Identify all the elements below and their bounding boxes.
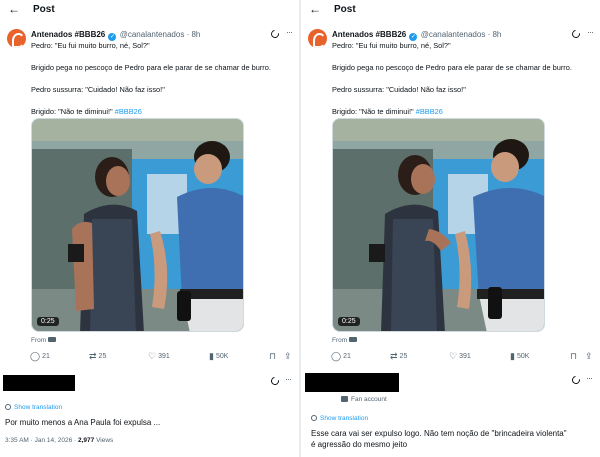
tweet-line: Pedro: "Eu fui muito burro, né, Sol?" <box>332 41 451 50</box>
fan-account-icon <box>341 396 348 402</box>
left-post-panel: ← Post Antenados #BBB26 ✓ @canalantenado… <box>0 0 300 457</box>
right-post-panel: ← Post Antenados #BBB26 ✓ @canalantenado… <box>301 0 600 457</box>
tweet-line: Brigido: "Não te diminui!" #BBB26 <box>332 107 443 116</box>
action-bar: ◯ 21 ⇄ 25 ♡ 391 ▮ 50K ⊓ ⇪ <box>329 351 597 363</box>
author-handle[interactable]: @canalantenados <box>421 30 486 39</box>
repost-icon: ⇄ <box>390 351 398 361</box>
source-icon <box>349 337 358 342</box>
page-title: Post <box>33 4 55 15</box>
back-arrow-icon[interactable]: ← <box>8 2 20 16</box>
tweet-time[interactable]: · 8h <box>187 30 201 39</box>
back-arrow-icon[interactable]: ← <box>309 2 321 16</box>
hashtag-link[interactable]: #BBB26 <box>115 107 142 116</box>
from-label: From <box>332 337 358 344</box>
show-translation-link[interactable]: Show translation <box>5 404 62 411</box>
action-bar: ◯ 21 ⇄ 25 ♡ 391 ▮ 50K ⊓ ⇪ <box>28 351 296 363</box>
tweet-line: Brigido pega no pescoço de Pedro para el… <box>332 63 572 72</box>
video-player[interactable]: 0:25 <box>31 118 244 332</box>
reply-icon: ◯ <box>331 351 342 361</box>
more-options-icon[interactable]: ··· <box>285 374 292 384</box>
redacted-username <box>305 373 399 392</box>
views-icon: ▮ <box>510 351 515 361</box>
tweet-time[interactable]: · 8h <box>488 30 502 39</box>
grok-icon[interactable] <box>269 375 281 387</box>
video-frame <box>32 119 243 331</box>
video-frame <box>333 119 544 331</box>
repost-button[interactable]: ⇄ 25 <box>89 351 106 362</box>
more-options-icon[interactable]: ··· <box>586 373 593 383</box>
share-icon[interactable]: ⇪ <box>284 351 292 362</box>
reply-line: Esse cara vai ser expulso logo. Não tem … <box>311 429 567 438</box>
author-name[interactable]: Antenados #BBB26 <box>31 30 105 39</box>
grok-icon[interactable] <box>570 374 582 386</box>
more-options-icon[interactable]: ··· <box>286 27 293 37</box>
author-handle[interactable]: @canalantenados <box>120 30 185 39</box>
from-label: From <box>31 337 57 344</box>
globe-icon <box>311 415 317 421</box>
like-button[interactable]: ♡ 391 <box>148 351 170 362</box>
fan-account-label: Fan account <box>341 396 387 403</box>
more-options-icon[interactable]: ··· <box>587 27 594 37</box>
hashtag-link[interactable]: #BBB26 <box>416 107 443 116</box>
tweet-line: Pedro sussurra: "Cuidado! Não faz isso!" <box>332 85 466 94</box>
heart-icon: ♡ <box>449 351 458 361</box>
views-icon: ▮ <box>209 351 214 361</box>
video-duration: 0:25 <box>338 317 360 326</box>
tweet-text: Pedro: "Eu fui muito burro, né, Sol?" Br… <box>31 40 291 117</box>
top-bar: ← Post <box>301 0 600 20</box>
video-player[interactable]: 0:25 <box>332 118 545 332</box>
bookmark-icon[interactable]: ⊓ <box>570 351 577 362</box>
redacted-username <box>3 375 75 391</box>
reply-meta: 3:35 AM · Jan 14, 2026 · 2,977 Views <box>5 437 114 444</box>
video-duration: 0:25 <box>37 317 59 326</box>
grok-icon[interactable] <box>269 28 281 40</box>
tweet-line: Brigido: "Não te diminui!" #BBB26 <box>31 107 142 116</box>
reply-icon: ◯ <box>30 351 41 361</box>
globe-icon <box>5 404 11 410</box>
repost-icon: ⇄ <box>89 351 97 361</box>
views-button[interactable]: ▮ 50K <box>209 351 228 362</box>
tweet-line: Pedro: "Eu fui muito burro, né, Sol?" <box>31 41 150 50</box>
author-avatar[interactable] <box>308 29 327 48</box>
show-translation-link[interactable]: Show translation <box>311 415 368 422</box>
tweet-line: Pedro sussurra: "Cuidado! Não faz isso!" <box>31 85 165 94</box>
source-icon <box>48 337 57 342</box>
reply-line: é agressão do mesmo jeito <box>311 440 408 449</box>
reply-text: Esse cara vai ser expulso logo. Não tem … <box>311 428 567 450</box>
heart-icon: ♡ <box>148 351 157 361</box>
share-icon[interactable]: ⇪ <box>585 351 593 362</box>
page-title: Post <box>334 4 356 15</box>
reply-text: Por muito menos a Ana Paula foi expulsa … <box>5 418 161 427</box>
reply-button[interactable]: ◯ 21 <box>30 351 50 362</box>
repost-button[interactable]: ⇄ 25 <box>390 351 407 362</box>
author-name[interactable]: Antenados #BBB26 <box>332 30 406 39</box>
like-button[interactable]: ♡ 391 <box>449 351 471 362</box>
top-bar: ← Post <box>0 0 300 20</box>
reply-button[interactable]: ◯ 21 <box>331 351 351 362</box>
views-button[interactable]: ▮ 50K <box>510 351 529 362</box>
author-avatar[interactable] <box>7 29 26 48</box>
bookmark-icon[interactable]: ⊓ <box>269 351 276 362</box>
tweet-text: Pedro: "Eu fui muito burro, né, Sol?" Br… <box>332 40 592 117</box>
tweet-line: Brigido pega no pescoço de Pedro para el… <box>31 63 271 72</box>
grok-icon[interactable] <box>570 28 582 40</box>
